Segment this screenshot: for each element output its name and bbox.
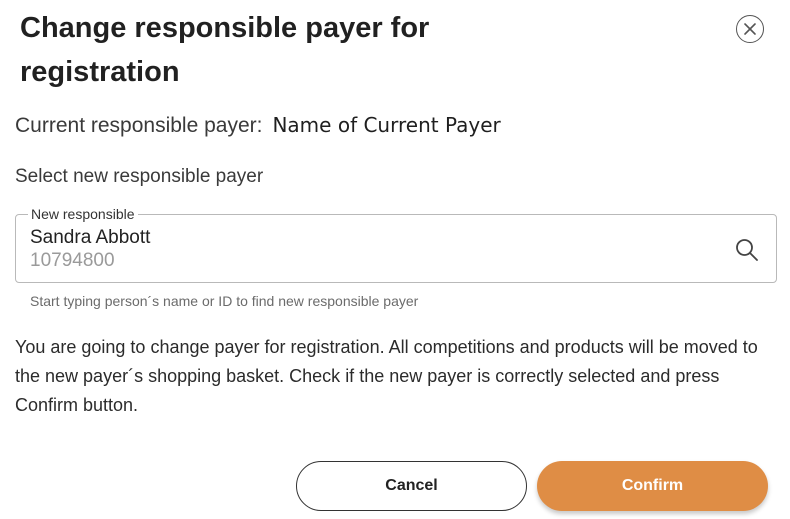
field-helper-text: Start typing person´s name or ID to find… xyxy=(30,293,419,309)
cancel-button[interactable]: Cancel xyxy=(296,461,527,511)
dialog-title: Change responsible payer for registratio… xyxy=(20,12,430,88)
new-responsible-field[interactable]: New responsible Sandra Abbott 10794800 xyxy=(15,206,777,283)
search-icon[interactable] xyxy=(734,237,760,263)
confirm-button[interactable]: Confirm xyxy=(537,461,768,511)
select-payer-label: Select new responsible payer xyxy=(15,166,264,187)
current-payer-row: Current responsible payer: Name of Curren… xyxy=(15,113,501,138)
close-icon xyxy=(744,23,756,35)
selected-person-name: Sandra Abbott xyxy=(30,227,151,248)
close-button[interactable] xyxy=(736,15,764,43)
change-payer-dialog: Change responsible payer for registratio… xyxy=(0,0,790,519)
selected-person-id: 10794800 xyxy=(30,250,115,271)
field-legend: New responsible xyxy=(28,206,138,222)
current-payer-value: Name of Current Payer xyxy=(272,113,501,137)
current-payer-label: Current responsible payer: xyxy=(15,114,263,137)
info-text: You are going to change payer for regist… xyxy=(15,337,758,415)
